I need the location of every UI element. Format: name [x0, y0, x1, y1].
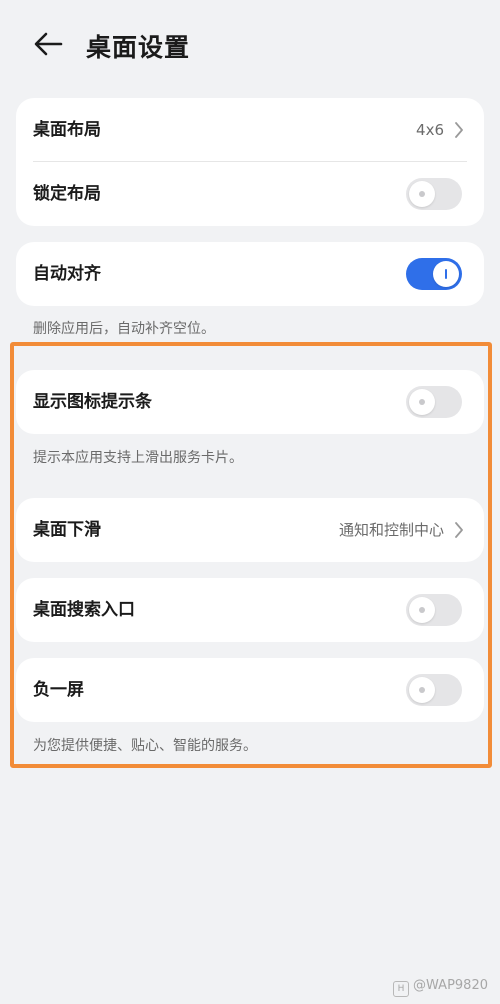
- brand-icon: H: [393, 981, 410, 997]
- toggle-knob: [433, 261, 459, 287]
- lock-layout-row: 锁定布局: [16, 162, 484, 226]
- watermark-text: @WAP9820: [413, 978, 488, 993]
- arrow-left-icon: [34, 32, 63, 56]
- toggle-knob: [409, 181, 435, 207]
- auto-align-toggle[interactable]: [406, 258, 462, 290]
- top-bar: 桌面设置: [0, 0, 500, 90]
- auto-align-label: 自动对齐: [33, 264, 101, 284]
- auto-align-hint: 删除应用后，自动补齐空位。: [33, 321, 215, 337]
- chevron-right-icon: [455, 122, 463, 138]
- desktop-layout-row[interactable]: 桌面布局 4x6: [16, 98, 484, 162]
- lock-layout-toggle[interactable]: [406, 178, 462, 210]
- desktop-layout-label: 桌面布局: [33, 120, 101, 140]
- auto-align-row: 自动对齐: [16, 242, 484, 306]
- back-button[interactable]: [28, 26, 68, 66]
- highlight-frame: [10, 342, 492, 768]
- auto-align-card: 自动对齐: [16, 242, 484, 306]
- lock-layout-label: 锁定布局: [33, 184, 101, 204]
- page-title: 桌面设置: [86, 33, 191, 62]
- desktop-layout-value: 4x6: [416, 121, 444, 139]
- watermark: H @WAP9820: [393, 978, 488, 997]
- layout-card: 桌面布局 4x6 锁定布局: [16, 98, 484, 226]
